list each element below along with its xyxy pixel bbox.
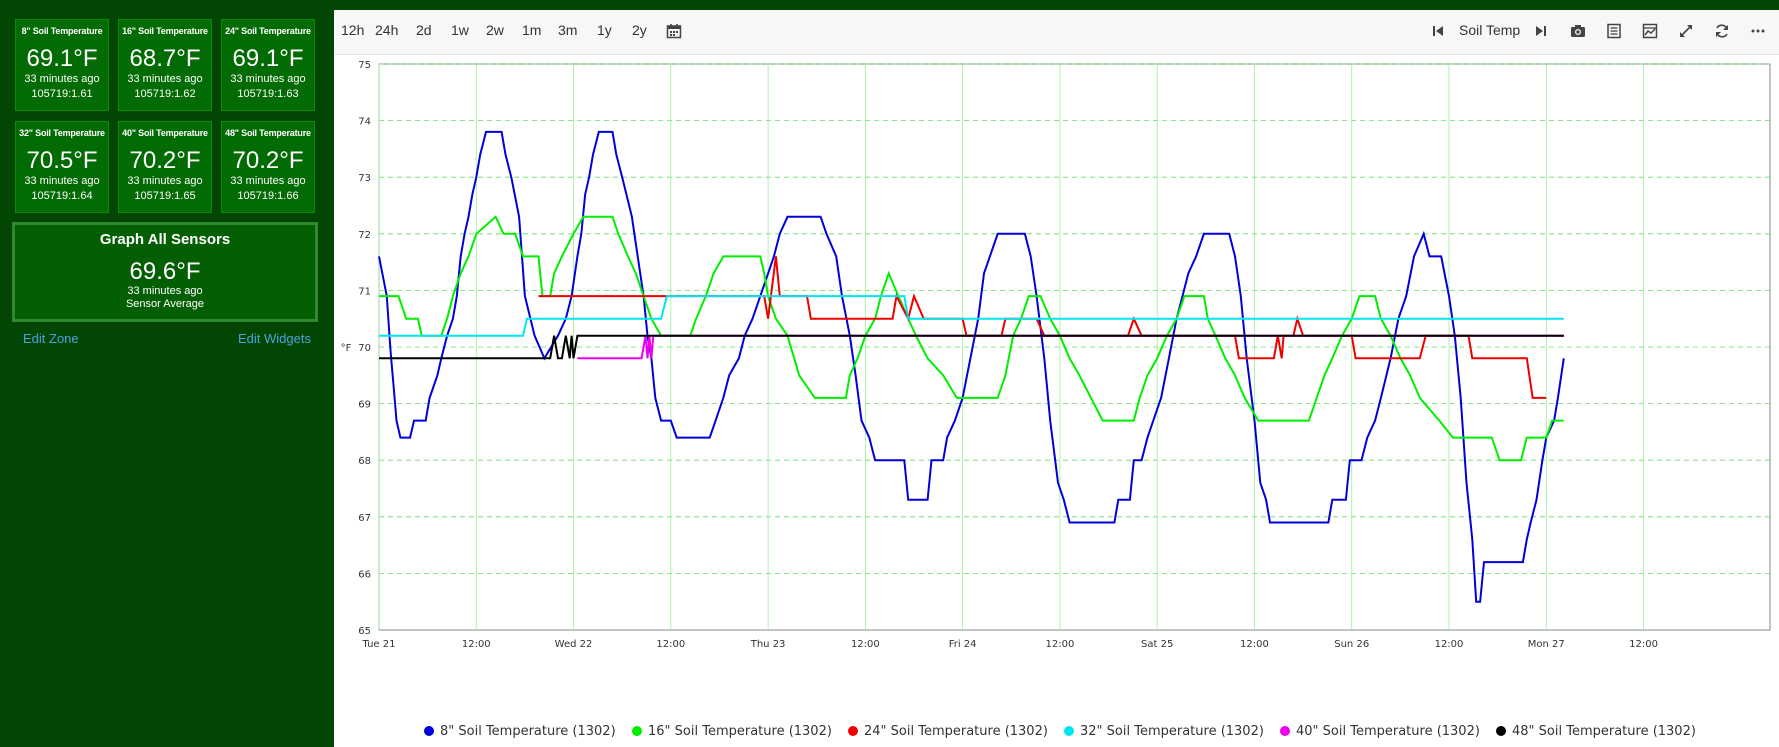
widget-sensor-id: 105719:1.61 (31, 88, 93, 100)
y-tick-label: 68 (358, 456, 371, 467)
legend-label: 24" Soil Temperature (1302) (864, 724, 1048, 739)
widget-timestamp: 33 minutes ago (24, 175, 100, 187)
x-tick-label: 12:00 (1240, 639, 1269, 650)
legend-label: 32" Soil Temperature (1302) (1080, 724, 1264, 739)
widget-value: 68.7°F (129, 45, 201, 72)
sensor-widget-32in[interactable]: 32" Soil Temperature 70.5°F 33 minutes a… (15, 121, 109, 213)
legend-marker (632, 726, 642, 736)
widget-sensor-id: 105719:1.65 (134, 190, 196, 202)
y-tick-label: 71 (358, 286, 371, 297)
legend-item[interactable]: 16" Soil Temperature (1302) (632, 724, 832, 739)
x-tick-label: 12:00 (1629, 639, 1658, 650)
sensor-widget-48in[interactable]: 48" Soil Temperature 70.2°F 33 minutes a… (221, 121, 315, 213)
widget-sensor-id: 105719:1.62 (134, 88, 196, 100)
y-tick-label: 74 (358, 117, 371, 128)
edit-widgets-link[interactable]: Edit Widgets (238, 331, 311, 346)
x-tick-label: 12:00 (656, 639, 685, 650)
x-tick-label: Wed 22 (555, 639, 593, 650)
y-tick-label: 70 (358, 343, 371, 354)
widget-value: 70.5°F (26, 147, 98, 174)
average-label: Sensor Average (125, 298, 205, 310)
y-tick-label: 73 (358, 173, 371, 184)
y-tick-label: 75 (358, 60, 371, 71)
average-value: 69.6°F (129, 258, 201, 285)
legend-label: 48" Soil Temperature (1302) (1512, 724, 1696, 739)
x-tick-label: Thu 23 (750, 639, 786, 650)
x-tick-label: 12:00 (1435, 639, 1464, 650)
widget-title: 48" Soil Temperature (225, 128, 311, 138)
widget-timestamp: 33 minutes ago (230, 175, 306, 187)
legend-label: 40" Soil Temperature (1302) (1296, 724, 1480, 739)
sensor-widget-8in[interactable]: 8" Soil Temperature 69.1°F 33 minutes ag… (15, 19, 109, 111)
sensor-widget-24in[interactable]: 24" Soil Temperature 69.1°F 33 minutes a… (221, 19, 315, 111)
widget-sensor-id: 105719:1.66 (237, 190, 299, 202)
widget-title: 40" Soil Temperature (122, 128, 208, 138)
chart-legend: 8" Soil Temperature (1302) 16" Soil Tempe… (334, 722, 1779, 744)
sensor-widget-40in[interactable]: 40" Soil Temperature 70.2°F 33 minutes a… (118, 121, 212, 213)
widget-sensor-id: 105719:1.63 (237, 88, 299, 100)
sensor-widget-16in[interactable]: 16" Soil Temperature 68.7°F 33 minutes a… (118, 19, 212, 111)
widget-value: 69.1°F (26, 45, 98, 72)
x-tick-label: Fri 24 (949, 639, 977, 650)
widget-timestamp: 33 minutes ago (230, 73, 306, 85)
legend-item[interactable]: 8" Soil Temperature (1302) (424, 724, 616, 739)
widget-value: 70.2°F (129, 147, 201, 174)
legend-marker (1496, 726, 1506, 736)
average-title: Graph All Sensors (99, 231, 231, 248)
legend-label: 8" Soil Temperature (1302) (440, 724, 616, 739)
average-timestamp: 33 minutes ago (127, 285, 203, 297)
y-tick-label: 66 (358, 569, 371, 580)
widget-value: 70.2°F (232, 147, 304, 174)
legend-marker (424, 726, 434, 736)
legend-marker (848, 726, 858, 736)
sidebar: 8" Soil Temperature 69.1°F 33 minutes ag… (0, 0, 330, 747)
widget-timestamp: 33 minutes ago (127, 175, 203, 187)
widget-title: 16" Soil Temperature (122, 26, 208, 36)
soil-temperature-chart[interactable]: 65 66 67 68 69 70 71 72 73 74 75 °F Tue 21 12:00 Wed 2… (334, 10, 1779, 720)
widget-title: 32" Soil Temperature (19, 128, 105, 138)
x-tick-label: Sat 25 (1141, 639, 1173, 650)
x-tick-label: 12:00 (1045, 639, 1074, 650)
legend-marker (1280, 726, 1290, 736)
legend-item[interactable]: 24" Soil Temperature (1302) (848, 724, 1048, 739)
graph-all-sensors-widget[interactable]: Graph All Sensors 69.6°F 33 minutes ago … (12, 222, 318, 322)
graph-panel: 12h 24h 2d 1w 2w 1m 3m 1y 2y Soil Temp 6… (334, 10, 1779, 747)
x-tick-label: 12:00 (851, 639, 880, 650)
x-tick-label: Tue 21 (362, 639, 396, 650)
y-axis-label: °F (341, 343, 352, 354)
y-tick-label: 69 (358, 400, 371, 411)
legend-item[interactable]: 40" Soil Temperature (1302) (1280, 724, 1480, 739)
legend-item[interactable]: 32" Soil Temperature (1302) (1064, 724, 1264, 739)
y-tick-label: 67 (358, 513, 371, 524)
widget-title: 8" Soil Temperature (21, 26, 103, 36)
y-tick-label: 65 (358, 626, 371, 637)
x-tick-label: 12:00 (462, 639, 491, 650)
x-tick-label: Mon 27 (1528, 639, 1565, 650)
widget-title: 24" Soil Temperature (225, 26, 311, 36)
y-tick-label: 72 (358, 230, 371, 241)
widget-value: 69.1°F (232, 45, 304, 72)
widget-timestamp: 33 minutes ago (127, 73, 203, 85)
legend-label: 16" Soil Temperature (1302) (648, 724, 832, 739)
legend-marker (1064, 726, 1074, 736)
x-tick-label: Sun 26 (1334, 639, 1369, 650)
legend-item[interactable]: 48" Soil Temperature (1302) (1496, 724, 1696, 739)
widget-sensor-id: 105719:1.64 (31, 190, 93, 202)
widget-timestamp: 33 minutes ago (24, 73, 100, 85)
edit-zone-link[interactable]: Edit Zone (23, 331, 79, 346)
